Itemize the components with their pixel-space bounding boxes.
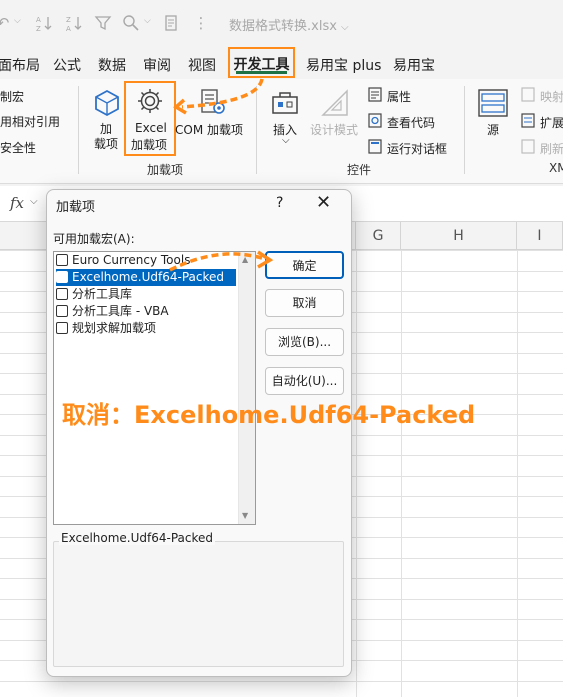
annotation-arrows	[169, 78, 274, 272]
arrow-item-to-ok	[169, 252, 269, 272]
arrow-tab-to-excel-addins	[181, 78, 264, 109]
arrow-item-to-ok-head	[257, 250, 274, 269]
annotation-text: 取消：Excelhome.Udf64-Packed	[62, 401, 476, 429]
arrow-tab-to-excel-addins-head	[173, 98, 187, 115]
